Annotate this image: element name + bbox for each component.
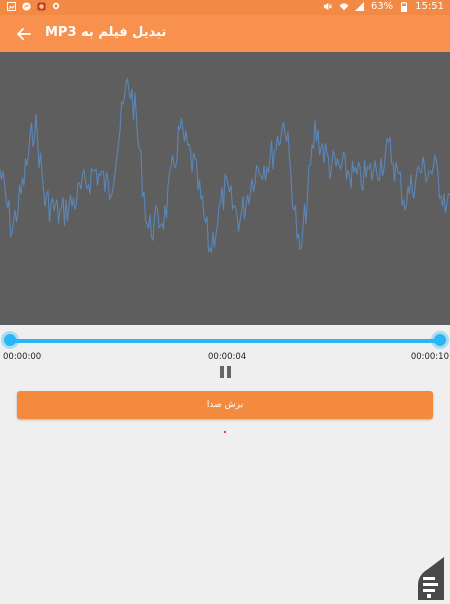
app-bar: تبدیل فیلم به MP3 — [0, 15, 450, 52]
wifi-icon — [339, 2, 349, 12]
seek-track[interactable] — [10, 339, 440, 343]
start-time: 00:00:00 — [3, 352, 42, 362]
indicator-dot — [224, 431, 226, 433]
page-title: تبدیل فیلم به MP3 — [45, 25, 167, 40]
end-time: 00:00:10 — [410, 352, 449, 362]
waveform-graph — [0, 77, 450, 254]
range-seek-bar[interactable] — [0, 333, 450, 349]
waveform-view[interactable] — [0, 52, 450, 325]
seek-start-handle[interactable] — [4, 334, 16, 346]
status-right-icons: 63% 15:51 — [323, 1, 444, 12]
arrow-left-icon — [17, 28, 31, 40]
waveform-line — [0, 77, 450, 254]
battery-icon — [399, 1, 409, 12]
mute-icon — [323, 2, 333, 12]
status-left-icons — [6, 1, 61, 11]
status-time: 15:51 — [415, 1, 444, 12]
back-button[interactable] — [14, 24, 34, 44]
battery-percent: 63% — [370, 1, 394, 12]
messenger-icon — [21, 1, 31, 11]
status-bar: 63% 15:51 — [0, 0, 450, 15]
pause-icon — [219, 366, 231, 380]
cut-audio-button[interactable]: برش صدا — [17, 391, 433, 419]
app-icon — [36, 1, 46, 11]
current-time: 00:00:04 — [208, 352, 247, 362]
signal-icon — [355, 2, 365, 12]
settings-icon — [51, 1, 61, 11]
gallery-icon — [6, 1, 16, 11]
pause-button[interactable] — [218, 366, 232, 380]
seek-end-handle[interactable] — [434, 334, 446, 346]
bazaar-badge-icon[interactable] — [414, 547, 450, 600]
